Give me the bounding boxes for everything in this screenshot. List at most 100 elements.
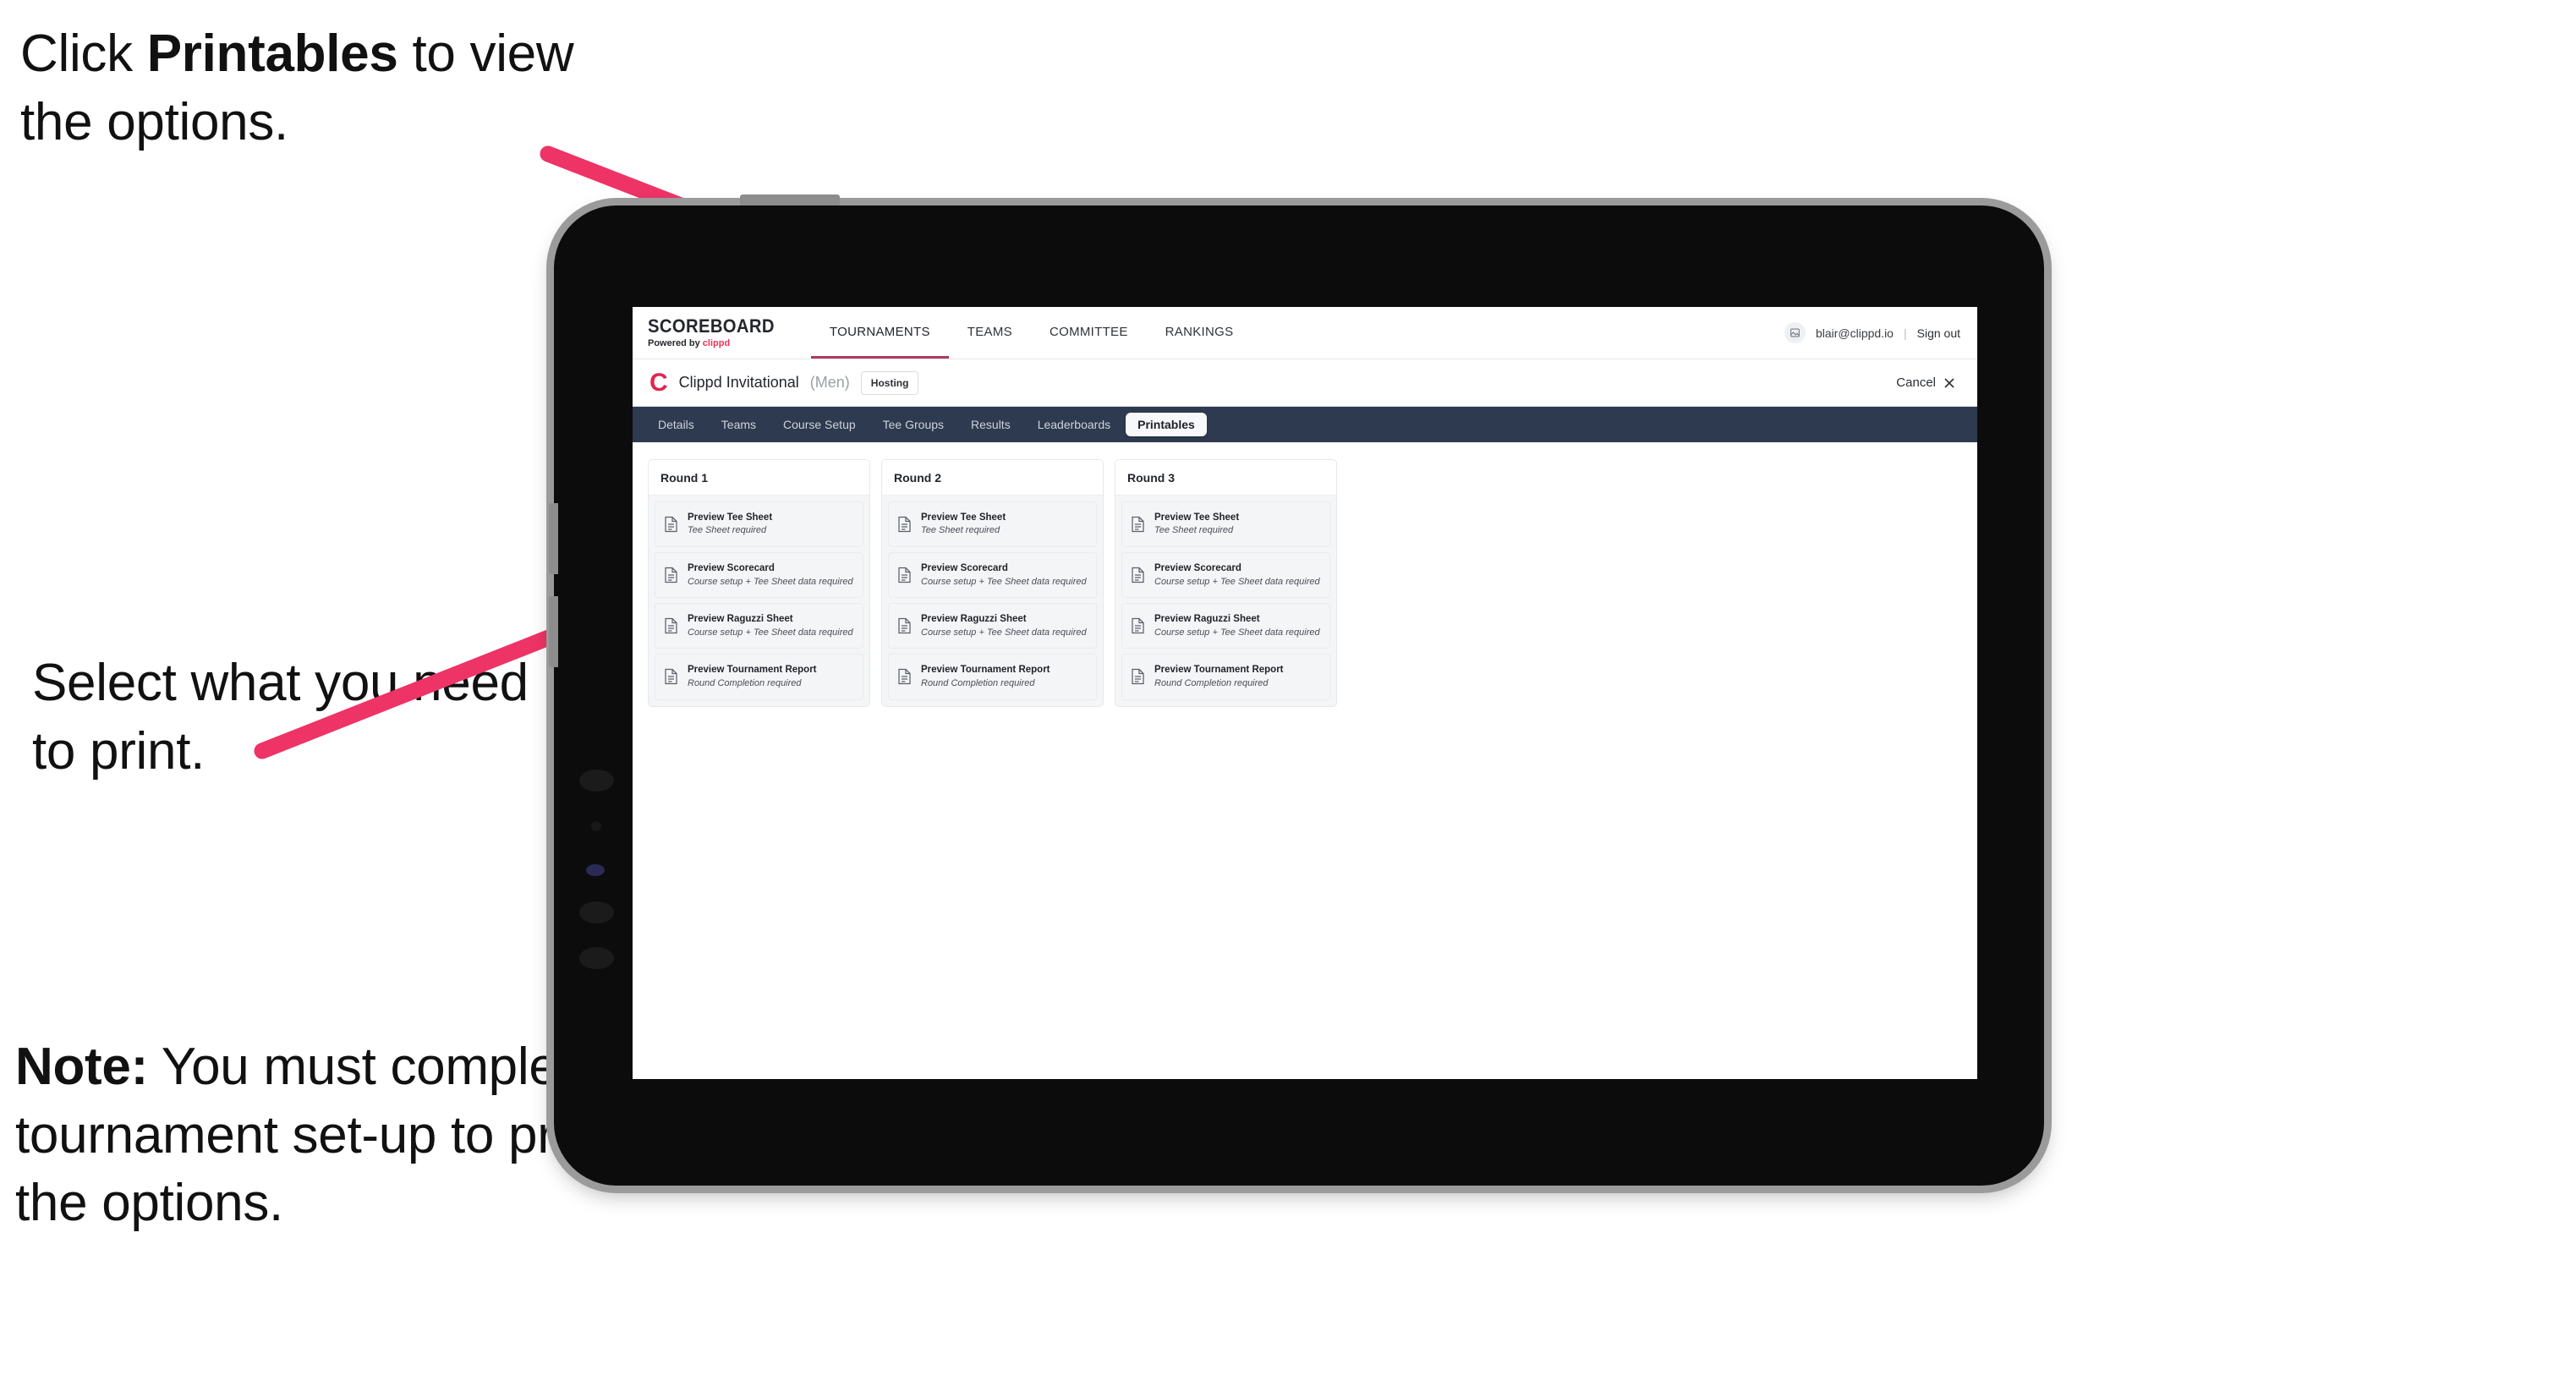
- brand-subtitle: Powered by clippd: [648, 338, 786, 348]
- printable-item-raguzzi-sheet[interactable]: Preview Raguzzi Sheet Course setup + Tee…: [1121, 603, 1330, 649]
- round-items: Preview Tee Sheet Tee Sheet required Pre…: [649, 496, 869, 706]
- printable-item-tee-sheet[interactable]: Preview Tee Sheet Tee Sheet required: [888, 501, 1097, 548]
- document-icon: [1132, 618, 1144, 634]
- bezel-sensor-dot: [591, 821, 601, 831]
- bezel-speaker-dot-2: [579, 901, 614, 923]
- brand-title: SCOREBOARD: [648, 315, 775, 337]
- tournament-sub-navigation: Details Teams Course Setup Tee Groups Re…: [633, 407, 1977, 442]
- printable-item-raguzzi-sheet[interactable]: Preview Raguzzi Sheet Course setup + Tee…: [888, 603, 1097, 649]
- printable-requirement: Course setup + Tee Sheet data required: [1154, 576, 1320, 587]
- primary-nav: TOURNAMENTS TEAMS COMMITTEE RANKINGS: [810, 307, 1252, 359]
- document-icon: [898, 567, 911, 583]
- tab-course-setup[interactable]: Course Setup: [771, 413, 868, 436]
- printable-item-tee-sheet[interactable]: Preview Tee Sheet Tee Sheet required: [1121, 501, 1330, 548]
- printable-item-scorecard[interactable]: Preview Scorecard Course setup + Tee She…: [888, 552, 1097, 599]
- printable-item-tournament-report[interactable]: Preview Tournament Report Round Completi…: [655, 654, 863, 700]
- printable-requirement: Course setup + Tee Sheet data required: [1154, 627, 1320, 638]
- volume-down-button[interactable]: [549, 596, 558, 667]
- printable-item-tee-sheet[interactable]: Preview Tee Sheet Tee Sheet required: [655, 501, 863, 548]
- printable-requirement: Course setup + Tee Sheet data required: [688, 576, 853, 587]
- round-title: Round 2: [882, 460, 1103, 496]
- front-camera-icon: [586, 864, 605, 876]
- power-button[interactable]: [740, 194, 840, 205]
- cancel-button[interactable]: Cancel: [1896, 375, 1960, 390]
- bezel-speaker-dot: [579, 770, 614, 792]
- close-icon: [1944, 377, 1954, 388]
- tab-results[interactable]: Results: [959, 413, 1022, 436]
- printable-requirement: Tee Sheet required: [688, 525, 767, 536]
- document-icon: [1132, 669, 1144, 685]
- sign-out-link[interactable]: Sign out: [1917, 326, 1960, 340]
- document-icon: [665, 567, 677, 583]
- nav-item-teams[interactable]: TEAMS: [949, 307, 1031, 359]
- printable-item-tournament-report[interactable]: Preview Tournament Report Round Completi…: [1121, 654, 1330, 700]
- document-icon: [665, 669, 677, 685]
- top-navigation-bar: SCOREBOARD Powered by clippd TOURNAMENTS…: [633, 307, 1977, 359]
- printable-item-raguzzi-sheet[interactable]: Preview Raguzzi Sheet Course setup + Tee…: [655, 603, 863, 649]
- volume-up-button[interactable]: [549, 503, 558, 574]
- app-screen: SCOREBOARD Powered by clippd TOURNAMENTS…: [633, 307, 1977, 1079]
- document-icon: [1132, 516, 1144, 533]
- account-area: blair@clippd.io | Sign out: [1784, 307, 1977, 359]
- document-icon: [898, 669, 911, 685]
- printable-item-scorecard[interactable]: Preview Scorecard Course setup + Tee She…: [655, 552, 863, 599]
- printable-requirement: Course setup + Tee Sheet data required: [921, 576, 1087, 587]
- powered-by-text: Powered by: [648, 338, 703, 348]
- status-badge: Hosting: [860, 370, 919, 395]
- tab-details[interactable]: Details: [646, 413, 706, 436]
- printable-title: Preview Tournament Report: [688, 665, 817, 676]
- printable-title: Preview Raguzzi Sheet: [921, 614, 1027, 625]
- tournament-header-bar: C Clippd Invitational (Men) Hosting Canc…: [633, 359, 1977, 407]
- document-icon: [898, 516, 911, 533]
- nav-item-rankings[interactable]: RANKINGS: [1147, 307, 1252, 359]
- printable-title: Preview Tee Sheet: [688, 512, 773, 523]
- round-title: Round 3: [1115, 460, 1336, 496]
- document-icon: [665, 618, 677, 634]
- nav-item-tournaments[interactable]: TOURNAMENTS: [810, 307, 949, 359]
- printable-item-tournament-report[interactable]: Preview Tournament Report Round Completi…: [888, 654, 1097, 700]
- instruction-caption-middle: Select what you need to print.: [32, 654, 529, 781]
- user-avatar-icon[interactable]: [1784, 322, 1806, 343]
- printable-requirement: Round Completion required: [1154, 677, 1269, 688]
- printable-requirement: Tee Sheet required: [921, 525, 1000, 536]
- printable-title: Preview Tournament Report: [921, 665, 1050, 676]
- document-icon: [1132, 567, 1144, 583]
- round-card: Round 3 Preview Tee Sheet Tee Sheet requ…: [1115, 459, 1337, 707]
- tournament-gender: (Men): [809, 374, 850, 391]
- clippd-logo-mark: C: [649, 369, 668, 397]
- round-title: Round 1: [649, 460, 869, 496]
- printable-requirement: Tee Sheet required: [1154, 525, 1234, 536]
- round-items: Preview Tee Sheet Tee Sheet required Pre…: [882, 496, 1103, 706]
- account-email: blair@clippd.io: [1815, 326, 1894, 340]
- printable-title: Preview Scorecard: [921, 563, 1008, 574]
- bezel-speaker-dot-3: [579, 947, 614, 969]
- printable-title: Preview Scorecard: [1154, 563, 1241, 574]
- tournament-name: Clippd Invitational: [678, 374, 799, 391]
- document-icon: [665, 516, 677, 533]
- account-separator: |: [1903, 326, 1907, 340]
- tab-tee-groups[interactable]: Tee Groups: [871, 413, 956, 436]
- note-label: Note:: [15, 1038, 148, 1096]
- document-icon: [898, 618, 911, 634]
- tab-leaderboards[interactable]: Leaderboards: [1026, 413, 1122, 436]
- printable-item-scorecard[interactable]: Preview Scorecard Course setup + Tee She…: [1121, 552, 1330, 599]
- tablet-device: SCOREBOARD Powered by clippd TOURNAMENTS…: [549, 194, 2044, 1186]
- nav-item-committee[interactable]: COMMITTEE: [1031, 307, 1147, 359]
- round-items: Preview Tee Sheet Tee Sheet required Pre…: [1115, 496, 1336, 706]
- instruction-caption-top: Click Printables to view the options.: [20, 20, 578, 156]
- printable-title: Preview Tournament Report: [1154, 665, 1284, 676]
- scoreboard-logo[interactable]: SCOREBOARD Powered by clippd: [648, 307, 811, 359]
- printable-title: Preview Raguzzi Sheet: [1154, 614, 1260, 625]
- printables-content: Round 1 Preview Tee Sheet Tee Sheet requ…: [633, 442, 1977, 724]
- caption-top-prefix: Click: [20, 25, 147, 83]
- printable-title: Preview Tee Sheet: [921, 512, 1006, 523]
- caption-top-bold: Printables: [146, 25, 398, 83]
- tab-teams[interactable]: Teams: [710, 413, 768, 436]
- clippd-wordmark: clippd: [702, 338, 731, 348]
- printable-title: Preview Tee Sheet: [1154, 512, 1240, 523]
- printable-requirement: Round Completion required: [688, 677, 802, 688]
- screenshot-root: Click Printables to view the options. Se…: [0, 0, 2576, 1386]
- cancel-label: Cancel: [1896, 375, 1936, 390]
- round-card: Round 2 Preview Tee Sheet Tee Sheet requ…: [881, 459, 1104, 707]
- tab-printables[interactable]: Printables: [1126, 413, 1207, 436]
